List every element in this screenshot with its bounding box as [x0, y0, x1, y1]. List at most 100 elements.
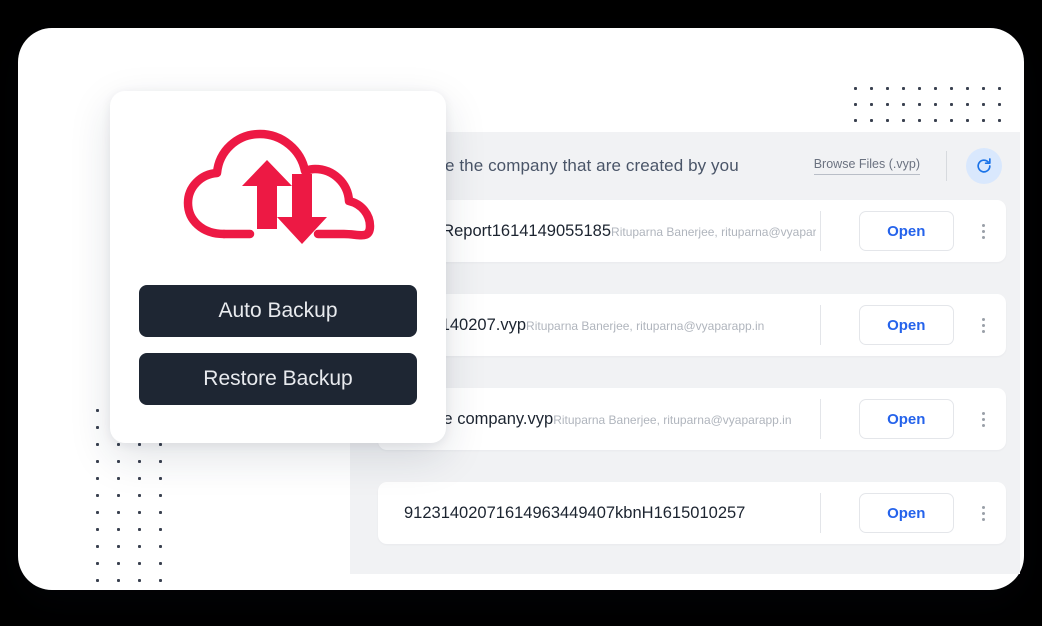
decorative-dot: [159, 494, 162, 497]
refresh-button[interactable]: [966, 148, 1002, 184]
decorative-dot: [138, 477, 141, 480]
decorative-dot: [870, 119, 873, 122]
decorative-dot: [886, 103, 889, 106]
decorative-dot: [159, 528, 162, 531]
kebab-dot: [982, 411, 986, 415]
decorative-dot: [117, 528, 120, 531]
restore-backup-button[interactable]: Restore Backup: [139, 353, 417, 405]
decorative-dot: [854, 103, 857, 106]
file-name: 91231402071614963449407kbnH1615010257: [404, 503, 746, 522]
decorative-dot: [138, 528, 141, 531]
decorative-dot: [159, 443, 162, 446]
open-button[interactable]: Open: [859, 211, 954, 251]
decorative-dot: [934, 87, 937, 90]
decorative-dot: [117, 443, 120, 446]
file-owner: Rituparna Banerjee, rituparna@vyaparapp.…: [526, 318, 765, 333]
decorative-dot: [918, 103, 921, 106]
decorative-dot: [159, 579, 162, 582]
decorative-dot: [96, 494, 99, 497]
decorative-dot: [982, 119, 985, 122]
decorative-dot: [159, 545, 162, 548]
kebab-dot: [982, 235, 986, 239]
open-button[interactable]: Open: [859, 399, 954, 439]
file-info: 9123140207.vyp Rituparna Banerjee, ritupa…: [404, 316, 816, 335]
file-owner: Rituparna Banerjee, rituparna@vyaparapp.…: [553, 412, 792, 427]
auto-backup-button[interactable]: Auto Backup: [139, 285, 417, 337]
decorative-dot: [998, 103, 1001, 106]
decorative-dot: [117, 460, 120, 463]
kebab-dot: [982, 511, 986, 515]
app-window-frame: Below are the company that are created b…: [18, 28, 1024, 590]
file-info: 91231402071614963449407kbnH1615010257: [404, 504, 816, 523]
browse-files-link[interactable]: Browse Files (.vyp): [813, 157, 920, 175]
kebab-dot: [982, 517, 986, 521]
kebab-dot: [982, 423, 986, 427]
decorative-dot: [96, 477, 99, 480]
decorative-dot: [117, 494, 120, 497]
decorative-dot: [918, 87, 921, 90]
decorative-dot: [966, 87, 969, 90]
cloud-upload-download-icon: [183, 129, 375, 244]
row-divider: [820, 305, 821, 345]
kebab-menu-icon[interactable]: [978, 411, 991, 427]
file-list: GST Report1614149055185 Rituparna Banerje…: [350, 200, 1020, 574]
decorative-dot: [950, 119, 953, 122]
decorative-dot: [934, 119, 937, 122]
panel-header: Below are the company that are created b…: [350, 132, 1020, 200]
decorative-dot: [934, 103, 937, 106]
decorative-dot: [982, 103, 985, 106]
decorative-dot: [96, 460, 99, 463]
decorative-dot: [96, 511, 99, 514]
decorative-dot: [902, 103, 905, 106]
kebab-dot: [982, 317, 986, 321]
decorative-dot: [96, 579, 99, 582]
header-actions: Browse Files (.vyp): [813, 148, 1020, 184]
decorative-dot: [902, 119, 905, 122]
file-row: mobile company.vyp Rituparna Banerjee, ri…: [378, 388, 1006, 450]
header-divider: [946, 151, 947, 181]
kebab-dot: [982, 323, 986, 327]
decorative-dot: [159, 562, 162, 565]
row-divider: [820, 493, 821, 533]
open-button[interactable]: Open: [859, 493, 954, 533]
kebab-dot: [982, 223, 986, 227]
row-divider: [820, 399, 821, 439]
kebab-menu-icon[interactable]: [978, 317, 991, 333]
kebab-dot: [982, 329, 986, 333]
decorative-dot: [138, 579, 141, 582]
file-info: mobile company.vyp Rituparna Banerjee, ri…: [404, 410, 816, 429]
decorative-dot: [138, 511, 141, 514]
kebab-menu-icon[interactable]: [978, 223, 991, 239]
decorative-dot: [138, 460, 141, 463]
decorative-dot: [138, 562, 141, 565]
decorative-dot: [96, 443, 99, 446]
kebab-dot: [982, 505, 986, 509]
cloud-icon-container: [168, 119, 388, 269]
decorative-dot: [886, 119, 889, 122]
company-list-panel: Below are the company that are created b…: [350, 132, 1020, 574]
row-divider: [820, 211, 821, 251]
decorative-dot: [138, 494, 141, 497]
decorative-dot: [966, 119, 969, 122]
open-button[interactable]: Open: [859, 305, 954, 345]
decorative-dot: [870, 87, 873, 90]
decorative-dot: [138, 443, 141, 446]
decorative-dot: [96, 528, 99, 531]
decorative-dot: [96, 409, 99, 412]
backup-card: Auto Backup Restore Backup: [110, 91, 446, 443]
decorative-dot: [966, 103, 969, 106]
decorative-dot: [918, 119, 921, 122]
decorative-dot: [870, 103, 873, 106]
decorative-dot: [96, 545, 99, 548]
kebab-menu-icon[interactable]: [978, 505, 991, 521]
decorative-dot: [159, 511, 162, 514]
decorative-dot: [854, 87, 857, 90]
decorative-dot: [886, 87, 889, 90]
kebab-dot: [982, 417, 986, 421]
decorative-dot: [950, 87, 953, 90]
file-row: GST Report1614149055185 Rituparna Banerje…: [378, 200, 1006, 262]
decorative-dot: [117, 579, 120, 582]
decorative-dot: [117, 477, 120, 480]
decorative-dot: [117, 562, 120, 565]
screenshot-stage: Below are the company that are created b…: [0, 0, 1042, 626]
